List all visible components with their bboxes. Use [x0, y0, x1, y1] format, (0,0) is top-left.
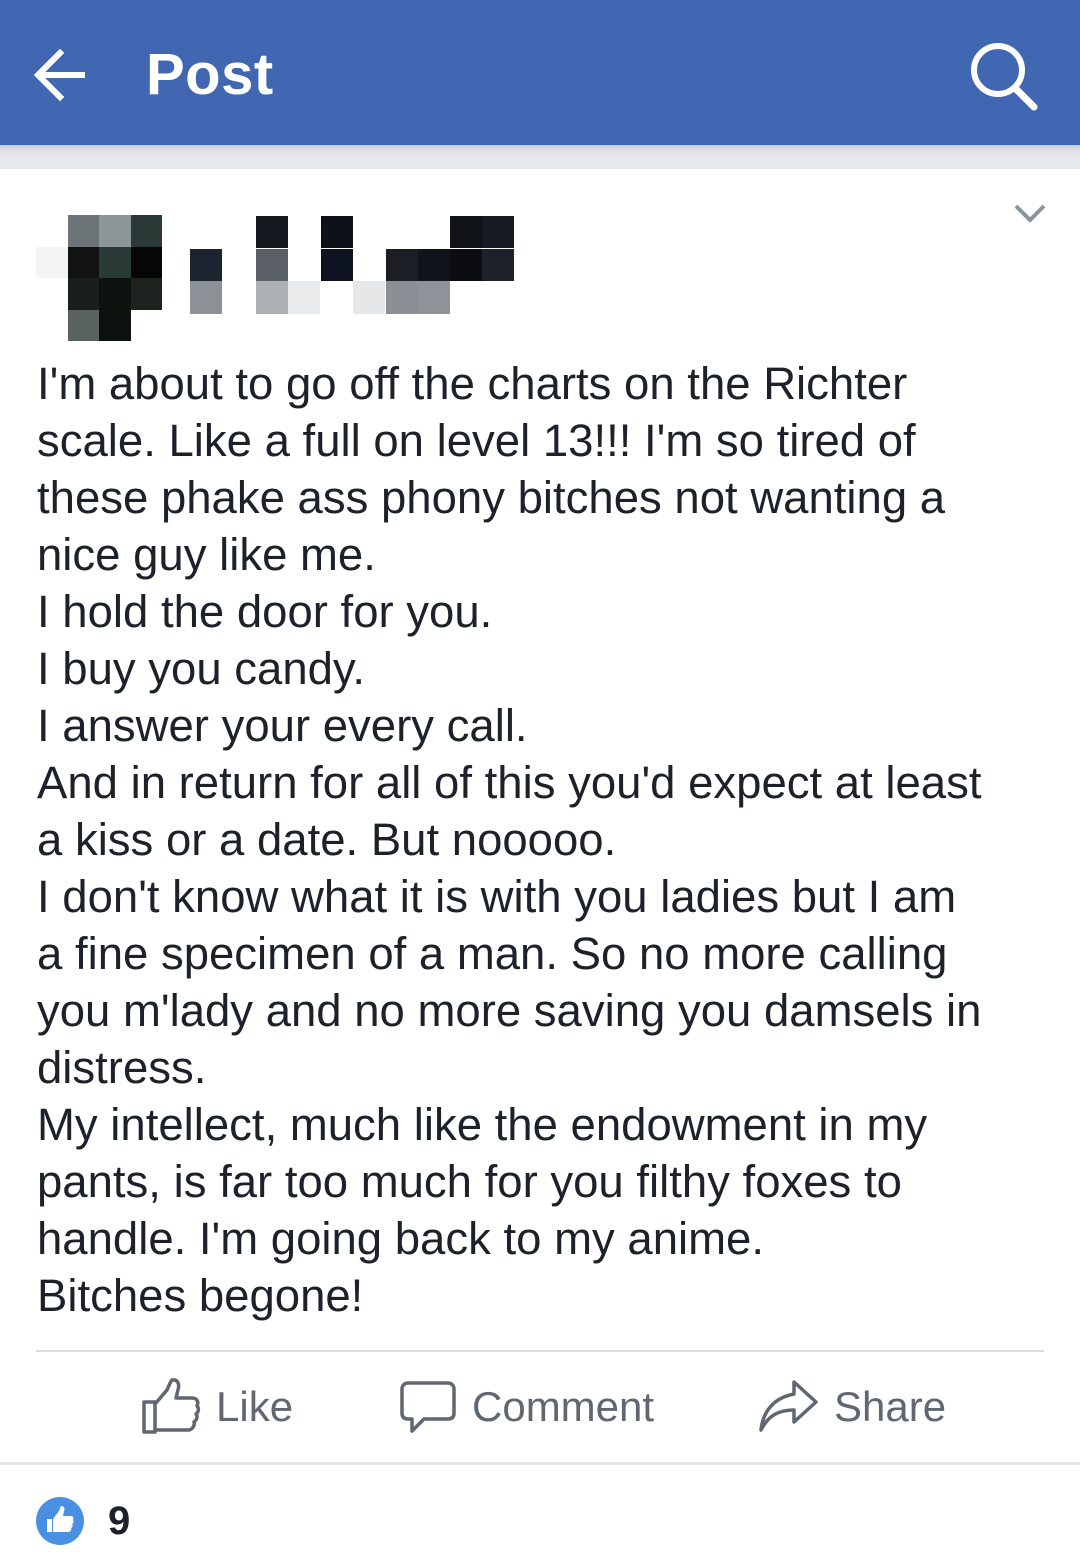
like-reaction-icon: [36, 1497, 84, 1545]
like-count: 9: [108, 1498, 131, 1543]
post-action-bar: Like Comment Share: [0, 1352, 1080, 1462]
comment-button[interactable]: Comment: [398, 1352, 654, 1462]
like-label: Like: [216, 1383, 294, 1430]
reaction-summary[interactable]: 9: [36, 1495, 130, 1547]
like-button[interactable]: Like: [140, 1352, 293, 1462]
arrow-left-icon: [33, 48, 85, 102]
page-title: Post: [146, 42, 274, 107]
header-shadow: [0, 145, 1080, 169]
share-button[interactable]: Share: [758, 1352, 946, 1462]
thumbs-up-icon: [142, 1378, 201, 1434]
post-card: I'm about to go off the charts on the Ri…: [0, 169, 1080, 1557]
divider: [0, 1462, 1080, 1465]
share-arrow-icon: [759, 1380, 818, 1432]
back-button[interactable]: [28, 38, 92, 112]
search-icon: [971, 43, 1038, 111]
search-button[interactable]: [962, 36, 1046, 120]
top-app-bar: Post: [0, 0, 1080, 145]
chevron-down-icon: [1014, 204, 1046, 223]
comment-bubble-icon: [400, 1381, 456, 1433]
share-label: Share: [834, 1383, 947, 1430]
author-name[interactable]: [190, 216, 514, 314]
comment-label: Comment: [472, 1383, 655, 1430]
post-options-button[interactable]: [1004, 197, 1056, 233]
author-avatar[interactable]: [36, 215, 162, 341]
post-body-text: I'm about to go off the charts on the Ri…: [37, 358, 982, 1321]
